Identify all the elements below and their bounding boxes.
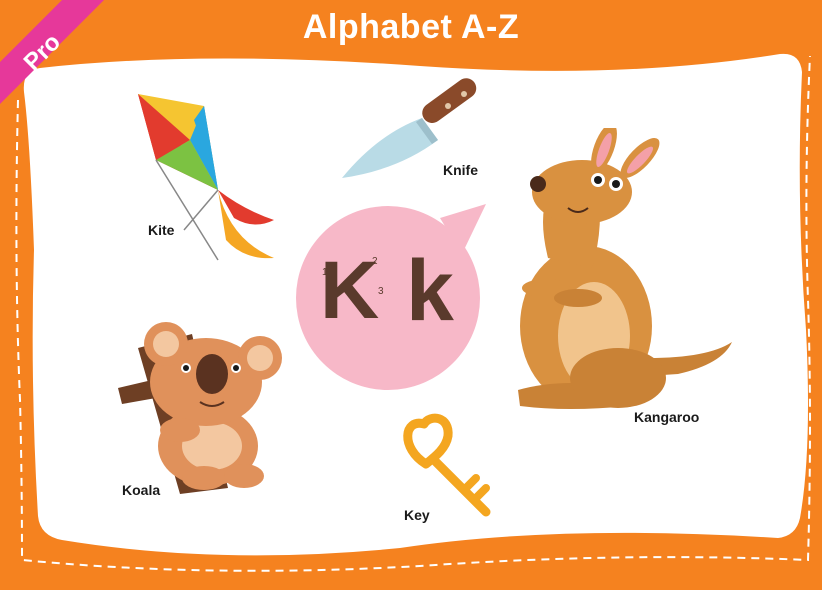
knife-label: Knife	[443, 162, 478, 178]
letter-lower: k	[406, 243, 454, 339]
stroke-number-2: 2	[372, 256, 378, 267]
key-icon	[403, 413, 491, 517]
stroke-number-1: 1	[322, 267, 328, 278]
koala-label: Koala	[122, 482, 161, 498]
flashcard: Alphabet A-Z Pro Kite Knife K k 1 2 3 Ka…	[0, 0, 822, 590]
key-label: Key	[404, 507, 430, 523]
kangaroo-label: Kangaroo	[634, 409, 700, 425]
kite-label: Kite	[148, 222, 175, 238]
letter-upper: K	[320, 245, 380, 336]
kite-icon	[138, 94, 274, 261]
koala-icon	[118, 322, 282, 494]
pro-badge: Pro	[0, 0, 104, 104]
stroke-number-3: 3	[378, 286, 384, 297]
kangaroo-icon	[518, 128, 732, 409]
